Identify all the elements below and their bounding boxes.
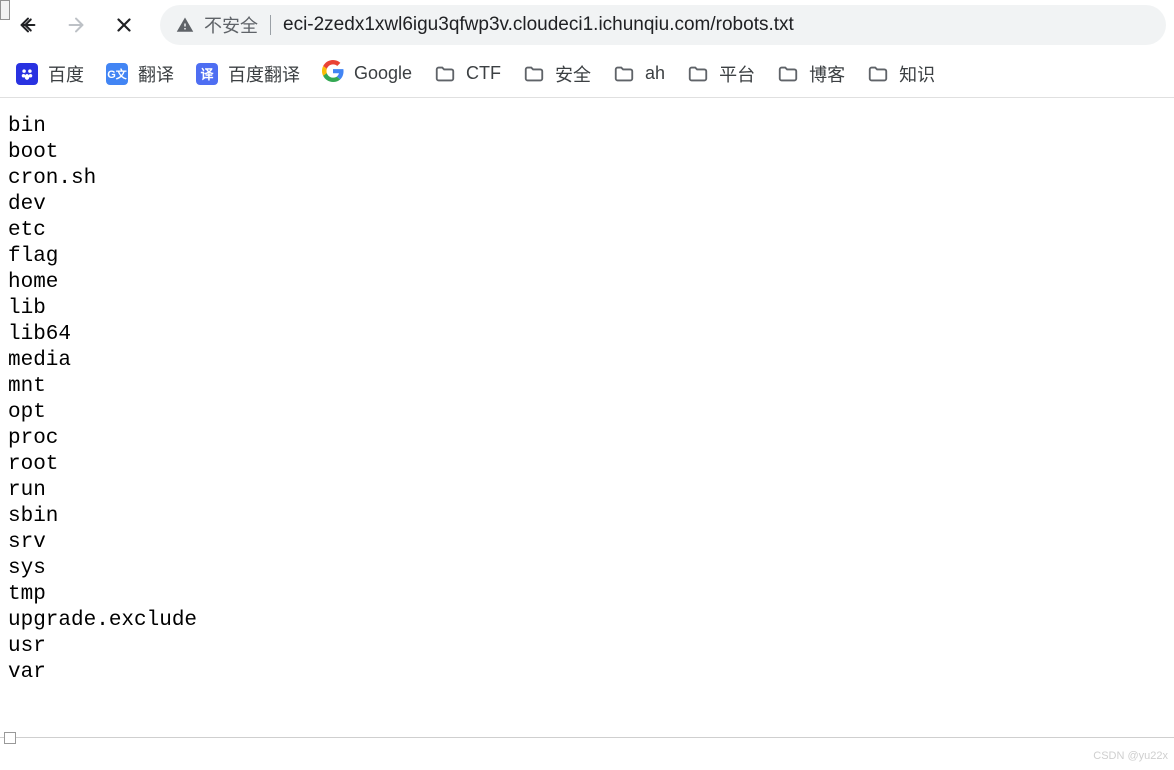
back-button[interactable] xyxy=(8,5,48,45)
page-content: bin boot cron.sh dev etc flag home lib l… xyxy=(0,98,1174,702)
stop-button[interactable] xyxy=(104,5,144,45)
folder-icon xyxy=(777,63,799,85)
bookmark-folder-platform[interactable]: 平台 xyxy=(687,61,755,87)
url-text: eci-2zedx1xwl6igu3qfwp3v.cloudeci1.ichun… xyxy=(283,14,794,36)
forward-button[interactable] xyxy=(56,5,96,45)
omnibox[interactable]: 不安全 eci-2zedx1xwl6igu3qfwp3v.cloudeci1.i… xyxy=(160,5,1166,45)
bookmark-folder-ah[interactable]: ah xyxy=(613,63,665,85)
bookmark-baidu-translate[interactable]: 译 百度翻译 xyxy=(196,61,300,87)
warning-triangle-icon xyxy=(176,16,194,34)
divider xyxy=(0,737,1174,738)
folder-icon xyxy=(613,63,635,85)
bookmark-label: 百度 xyxy=(48,61,84,87)
yi-icon: 译 xyxy=(196,63,218,85)
bookmark-folder-ctf[interactable]: CTF xyxy=(434,63,501,85)
bookmark-label: 知识 xyxy=(899,61,935,87)
bookmark-translate[interactable]: G文 翻译 xyxy=(106,61,174,87)
folder-icon xyxy=(434,63,456,85)
bookmark-folder-blog[interactable]: 博客 xyxy=(777,61,845,87)
security-warning-text: 不安全 xyxy=(204,12,258,38)
bookmark-label: 平台 xyxy=(719,61,755,87)
baidu-icon xyxy=(16,63,38,85)
bookmark-label: Google xyxy=(354,63,412,84)
bookmark-label: ah xyxy=(645,63,665,84)
watermark: CSDN @yu22x xyxy=(1093,750,1168,762)
bookmark-label: 翻译 xyxy=(138,61,174,87)
bookmark-folder-knowledge[interactable]: 知识 xyxy=(867,61,935,87)
bookmarks-bar: 百度 G文 翻译 译 百度翻译 Google CTF 安全 ah 平台 博客 知… xyxy=(0,50,1174,98)
folder-icon xyxy=(523,63,545,85)
bookmark-label: 百度翻译 xyxy=(228,61,300,87)
bookmark-google[interactable]: Google xyxy=(322,60,412,87)
folder-icon xyxy=(687,63,709,85)
browser-toolbar: 不安全 eci-2zedx1xwl6igu3qfwp3v.cloudeci1.i… xyxy=(0,0,1174,50)
text-cursor-indicator xyxy=(0,0,10,20)
scroll-marker xyxy=(4,732,16,744)
omnibox-divider xyxy=(270,15,271,35)
bookmark-label: 安全 xyxy=(555,61,591,87)
gtranslate-icon: G文 xyxy=(106,63,128,85)
bookmark-label: 博客 xyxy=(809,61,845,87)
bookmark-baidu[interactable]: 百度 xyxy=(16,61,84,87)
folder-icon xyxy=(867,63,889,85)
bookmark-folder-security[interactable]: 安全 xyxy=(523,61,591,87)
security-warning[interactable]: 不安全 xyxy=(176,12,258,38)
bookmark-label: CTF xyxy=(466,63,501,84)
google-icon xyxy=(322,60,344,87)
